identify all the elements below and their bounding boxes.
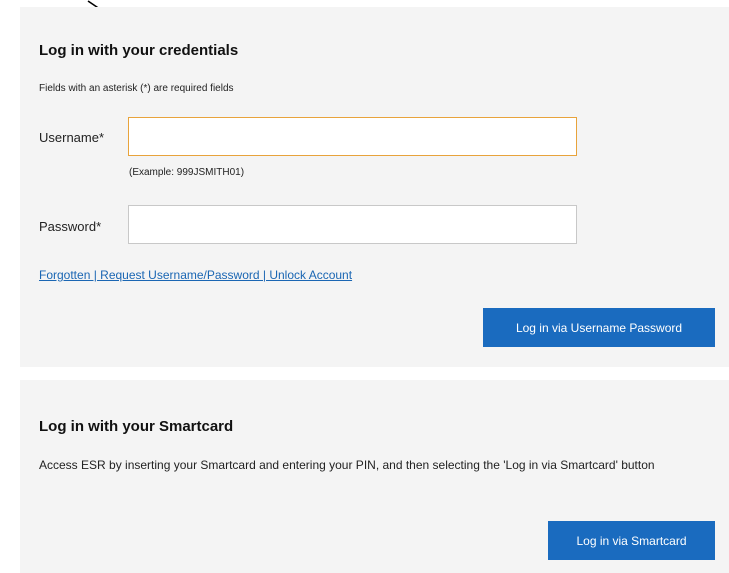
username-label: Username*	[39, 130, 105, 145]
smartcard-heading: Log in with your Smartcard	[39, 418, 234, 435]
credentials-heading: Log in with your credentials	[39, 42, 239, 59]
smartcard-description: Access ESR by inserting your Smartcard a…	[39, 458, 655, 472]
login-username-password-button[interactable]: Log in via Username Password	[483, 308, 715, 347]
smartcard-login-panel: Log in with your Smartcard Access ESR by…	[20, 380, 729, 573]
account-help-links[interactable]: Forgotten | Request Username/Password | …	[39, 268, 352, 282]
required-fields-hint: Fields with an asterisk (*) are required…	[39, 83, 234, 94]
username-input[interactable]	[128, 117, 577, 156]
credentials-login-panel: Log in with your credentials Fields with…	[20, 7, 729, 367]
password-input[interactable]	[128, 205, 577, 244]
password-label: Password*	[39, 219, 102, 234]
login-smartcard-button[interactable]: Log in via Smartcard	[548, 521, 715, 560]
username-example: (Example: 999JSMITH01)	[129, 167, 245, 178]
